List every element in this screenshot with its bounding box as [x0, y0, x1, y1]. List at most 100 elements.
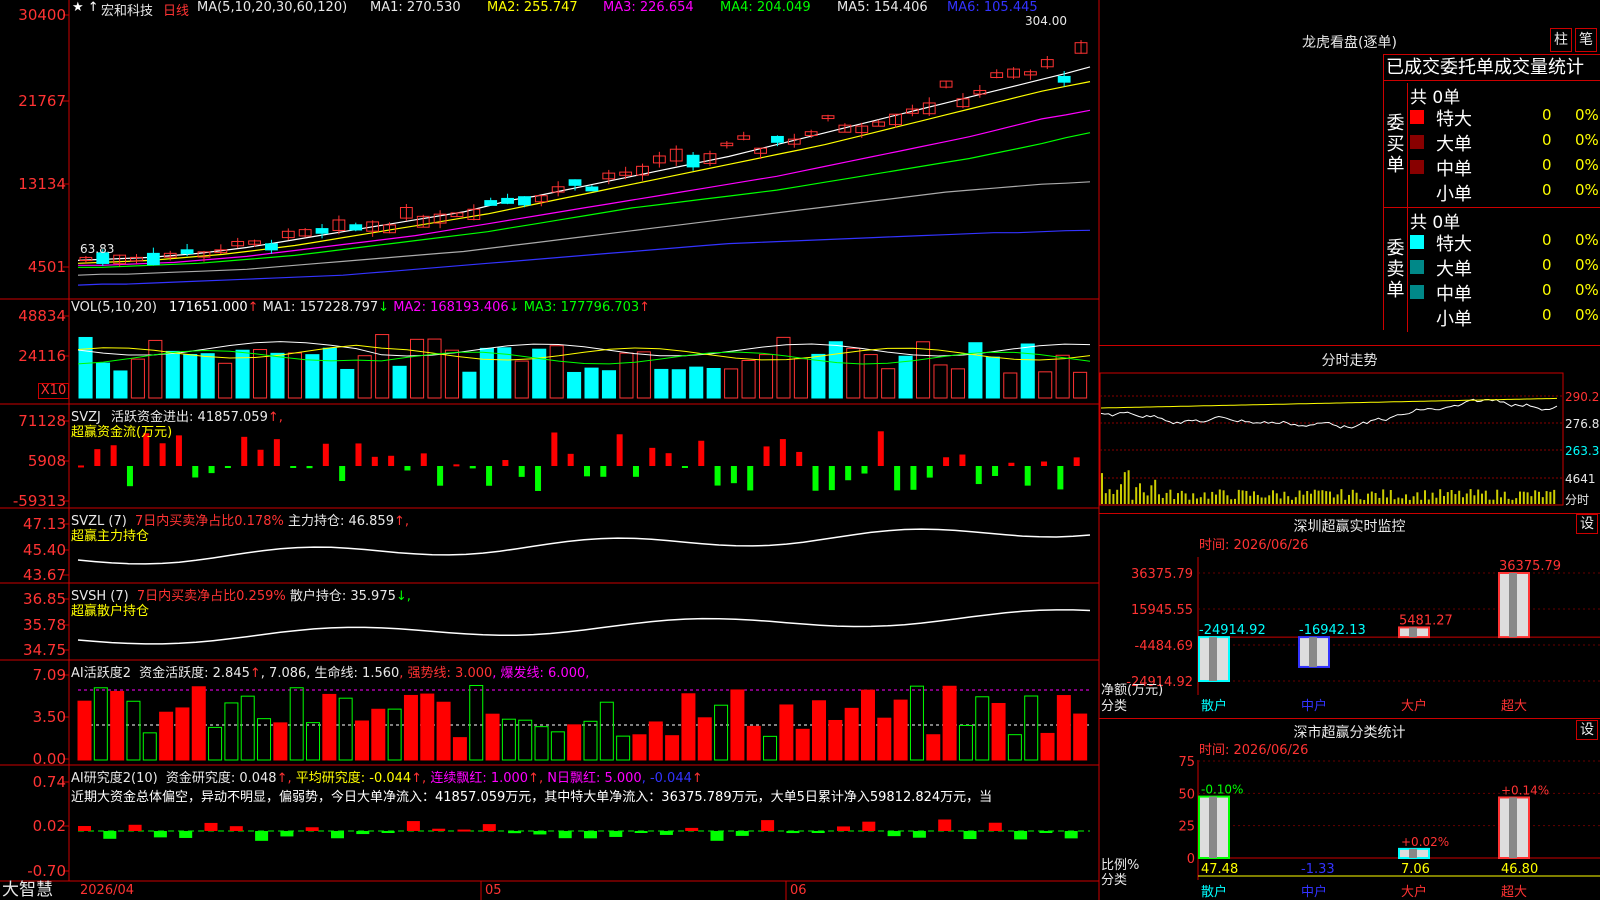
ai2-bar	[533, 831, 547, 835]
svzj-bar	[1073, 457, 1080, 466]
sell-count: 0	[1542, 281, 1552, 299]
svzj-bar	[796, 451, 803, 466]
period-label[interactable]: 日线	[163, 0, 189, 19]
candle-body	[180, 249, 194, 254]
candle-body	[518, 196, 531, 206]
x-date-1: 2026/04	[80, 883, 135, 898]
intraday-y-label: 263.3	[1565, 444, 1599, 458]
intraday-vol-bar	[1374, 493, 1377, 504]
vol-bar	[846, 347, 861, 399]
candle-body	[1057, 75, 1071, 83]
ai1-bar	[616, 735, 631, 761]
svzj-bar	[535, 466, 542, 491]
svzj-bar	[959, 454, 966, 466]
ai2-header: AI研究度2(10) 资金研究度: 0.048↑, 平均研究度: -0.044↑…	[71, 771, 703, 786]
intraday-vol-bar	[1275, 493, 1278, 504]
ai1-v2: , 7.086	[260, 666, 307, 681]
intraday-vol-bar	[1355, 492, 1358, 504]
intraday-vol-bar	[1420, 499, 1423, 504]
ai1-bar	[1040, 732, 1055, 761]
candle-body	[349, 224, 363, 231]
vol-bar	[654, 368, 669, 399]
x-date-3: 06	[790, 883, 807, 898]
ai1-bar	[795, 728, 810, 761]
vol-ma2: MA2: 168193.406	[393, 300, 509, 315]
svsh-hold: 散户持仓: 35.975	[289, 589, 396, 604]
sell-pct: 0%	[1575, 256, 1599, 274]
ai1-bar	[273, 722, 288, 761]
intraday-avg-line	[1100, 397, 1558, 409]
vol-bar	[95, 362, 111, 399]
intraday-vol-bar	[1211, 491, 1214, 504]
vol-bar	[950, 368, 966, 399]
intraday-vol-bar	[1230, 499, 1233, 504]
intraday-vol-bar	[1139, 483, 1141, 504]
ai1-bar	[909, 685, 924, 761]
kline-chart-area[interactable]	[0, 0, 1100, 900]
intraday-chart[interactable]: 290.2 276.8 263.3 4641 分时	[1099, 368, 1600, 513]
intraday-y-label: 276.8	[1565, 417, 1599, 431]
y-label-6-2: -0.70	[27, 862, 66, 880]
ai1-bar	[338, 697, 353, 761]
ai1-bar	[1007, 734, 1022, 761]
intraday-vol-bar	[1272, 490, 1274, 504]
svzj-bar	[420, 453, 427, 466]
svzj-bar	[78, 465, 84, 468]
intraday-vol-bar	[1370, 491, 1373, 504]
monitor-cat-label: 散户	[1201, 698, 1227, 714]
vol-bar	[567, 371, 582, 399]
y-label-5-2: 0.00	[32, 750, 66, 768]
vol-ma1: MA1: 157228.797	[262, 300, 379, 315]
intraday-vol-bar	[1488, 499, 1491, 504]
y-label-5-1: 3.50	[32, 708, 66, 726]
bar-mode-button[interactable]: 柱	[1550, 28, 1572, 52]
y-label-2-2: -59313	[12, 492, 66, 510]
ai2-nred: N日飘红: 5.000	[547, 771, 642, 786]
ai1-bar	[306, 722, 321, 761]
classify-settings-button[interactable]: 设	[1576, 720, 1598, 740]
intraday-vol-bar	[1526, 492, 1529, 504]
ai1-bar	[469, 684, 484, 761]
ai1-bar	[77, 700, 92, 761]
star-icon[interactable]: ★ ↑	[72, 0, 99, 15]
svzj-bar	[616, 434, 623, 466]
svzj-bar	[632, 466, 639, 477]
ai1-bar	[730, 689, 745, 761]
svzj-bar	[992, 466, 999, 476]
intraday-vol-bar	[1477, 489, 1480, 504]
ai1-bar	[452, 737, 467, 761]
ai1-bar	[599, 701, 614, 761]
intraday-vol-bar	[1313, 489, 1316, 504]
ai2-bar	[1014, 831, 1028, 840]
intraday-vol-bar	[1104, 493, 1107, 504]
ai1-bar	[208, 726, 223, 761]
intraday-vol-bar	[1496, 489, 1499, 504]
ai2-bar	[988, 822, 1002, 831]
ai1-bar	[518, 719, 533, 761]
intraday-vol-bar	[1196, 498, 1198, 504]
sell-name: 特大	[1436, 234, 1472, 255]
ai1-bar	[844, 707, 859, 761]
vol-bar	[375, 334, 390, 399]
ai2-bar	[862, 821, 876, 831]
ai2-bar	[938, 819, 952, 831]
vol-bar	[898, 355, 913, 399]
monitor-settings-button[interactable]: 设	[1576, 514, 1598, 534]
svzl-sub: 超赢主力持仓	[71, 529, 150, 544]
intraday-vol-bar	[1317, 490, 1320, 504]
vol-bar	[776, 336, 791, 399]
svzj-bar	[975, 466, 982, 485]
ai2-bar	[229, 826, 243, 831]
tick-mode-button[interactable]: 笔	[1575, 28, 1597, 52]
intraday-vol-bar	[1279, 498, 1282, 504]
vol-bar	[671, 369, 686, 399]
vol-unit-badge[interactable]: X10	[38, 383, 69, 399]
vol-bar	[828, 341, 843, 399]
monitor-y-label: 36375.79	[1131, 567, 1193, 582]
ai1-life: , 生命线: 1.560	[306, 666, 400, 681]
ai1-bar	[289, 687, 304, 761]
svzj-bar	[779, 439, 786, 466]
intraday-vol-bar	[1241, 490, 1244, 504]
y-label-6-0: 0.74	[32, 773, 66, 791]
vol-bar	[549, 345, 564, 399]
